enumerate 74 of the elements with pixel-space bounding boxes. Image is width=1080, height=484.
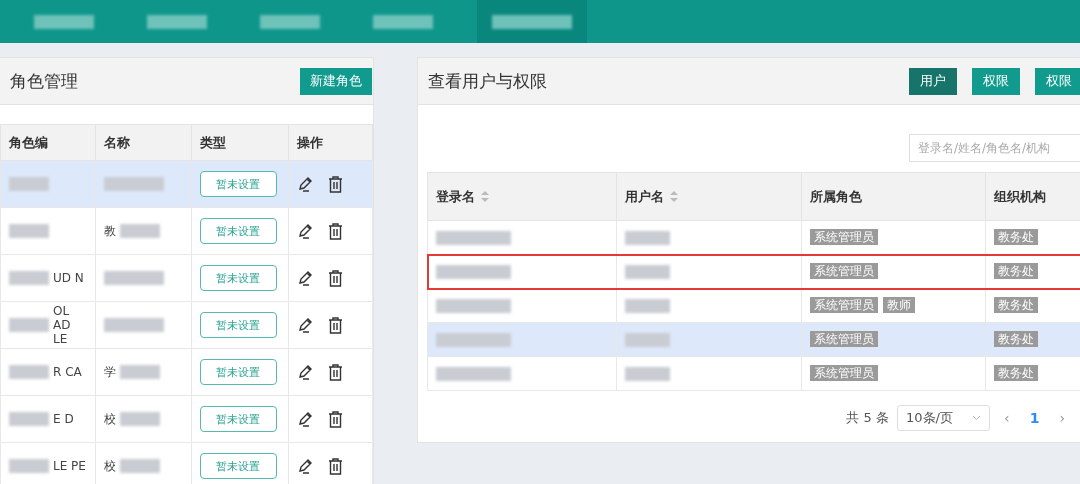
role-name: 校: [103, 410, 116, 428]
page-size-select[interactable]: 10条/页: [897, 405, 991, 431]
tab[interactable]: 用户: [909, 67, 957, 95]
blurred-text: [624, 332, 670, 347]
org-tag: 教务处: [994, 365, 1039, 381]
role-tag: 系统管理员: [809, 365, 878, 381]
role-name: 校: [103, 457, 116, 475]
blurred-text: [119, 365, 160, 379]
total-count: 共 5 条: [846, 409, 890, 427]
blurred-text: [9, 459, 49, 473]
blurred-text: [624, 298, 670, 313]
blurred-text: [103, 177, 164, 191]
org-tag: 教务处: [994, 263, 1039, 279]
type-button[interactable]: 暂未设置: [199, 171, 277, 197]
tab[interactable]: 权限: [972, 67, 1020, 95]
column-header: 登录名: [436, 187, 475, 206]
column-header: 类型: [199, 134, 226, 150]
type-button[interactable]: 暂未设置: [199, 218, 277, 244]
trash-icon[interactable]: [328, 410, 344, 428]
org-tag: 教务处: [994, 229, 1039, 245]
panel-title: 角色管理: [10, 69, 78, 93]
column-header: 名称: [103, 134, 130, 150]
column-header: 所属角色: [809, 187, 862, 206]
role-code: R CA: [53, 365, 82, 379]
next-page-button[interactable]: ›: [1053, 410, 1071, 426]
type-button[interactable]: 暂未设置: [199, 265, 277, 291]
blurred-text: [103, 271, 164, 285]
org-tag: 教务处: [994, 297, 1039, 313]
search-field[interactable]: 登录名/姓名/角色名/机构: [909, 134, 1080, 162]
blurred-text: [103, 318, 164, 332]
blurred-text: [624, 264, 670, 279]
role-tag: 系统管理员: [809, 229, 878, 245]
blurred-text: [119, 459, 160, 473]
column-header: 用户名: [624, 187, 664, 206]
blurred-text: [624, 230, 670, 245]
column-header: 角色编: [9, 134, 48, 150]
chevron-down-icon: [972, 415, 982, 421]
type-button[interactable]: 暂未设置: [199, 359, 277, 385]
column-header: 操作: [297, 134, 324, 150]
blurred-text: [119, 224, 160, 238]
trash-icon[interactable]: [328, 222, 344, 240]
page-number[interactable]: 1: [1023, 410, 1046, 426]
blurred-text: [624, 366, 670, 381]
trash-icon[interactable]: [328, 363, 344, 381]
role-code: UD N: [53, 271, 84, 285]
type-button[interactable]: 暂未设置: [199, 312, 277, 338]
role-name: 教: [103, 222, 116, 240]
role-code: OL AD LE: [53, 304, 72, 346]
prev-page-button[interactable]: ‹: [998, 410, 1016, 426]
blurred-text: [9, 318, 49, 332]
role-name: 学: [103, 363, 116, 381]
tab[interactable]: 权限: [1035, 67, 1080, 95]
blurred-text: [9, 412, 49, 426]
panel-title: 查看用户与权限: [428, 69, 547, 93]
role-tag: 系统管理员: [809, 297, 878, 313]
type-button[interactable]: 暂未设置: [199, 453, 277, 479]
blurred-text: [9, 224, 49, 238]
role-code: LE PE: [53, 459, 86, 473]
blurred-text: [9, 271, 49, 285]
blurred-text: [9, 177, 49, 191]
trash-icon[interactable]: [328, 457, 344, 475]
role-tag: 系统管理员: [809, 331, 878, 347]
blurred-text: [9, 365, 49, 379]
type-button[interactable]: 暂未设置: [199, 406, 277, 432]
role-tag: 系统管理员: [809, 263, 878, 279]
trash-icon[interactable]: [328, 269, 344, 287]
trash-icon[interactable]: [328, 316, 344, 334]
role-code: E D: [53, 412, 74, 426]
column-header: 组织机构: [994, 187, 1047, 206]
blurred-text: [119, 412, 160, 426]
role-tag: 教师: [882, 297, 915, 313]
org-tag: 教务处: [994, 331, 1039, 347]
trash-icon[interactable]: [328, 175, 344, 193]
new-role-button[interactable]: 新建角色: [300, 67, 372, 95]
